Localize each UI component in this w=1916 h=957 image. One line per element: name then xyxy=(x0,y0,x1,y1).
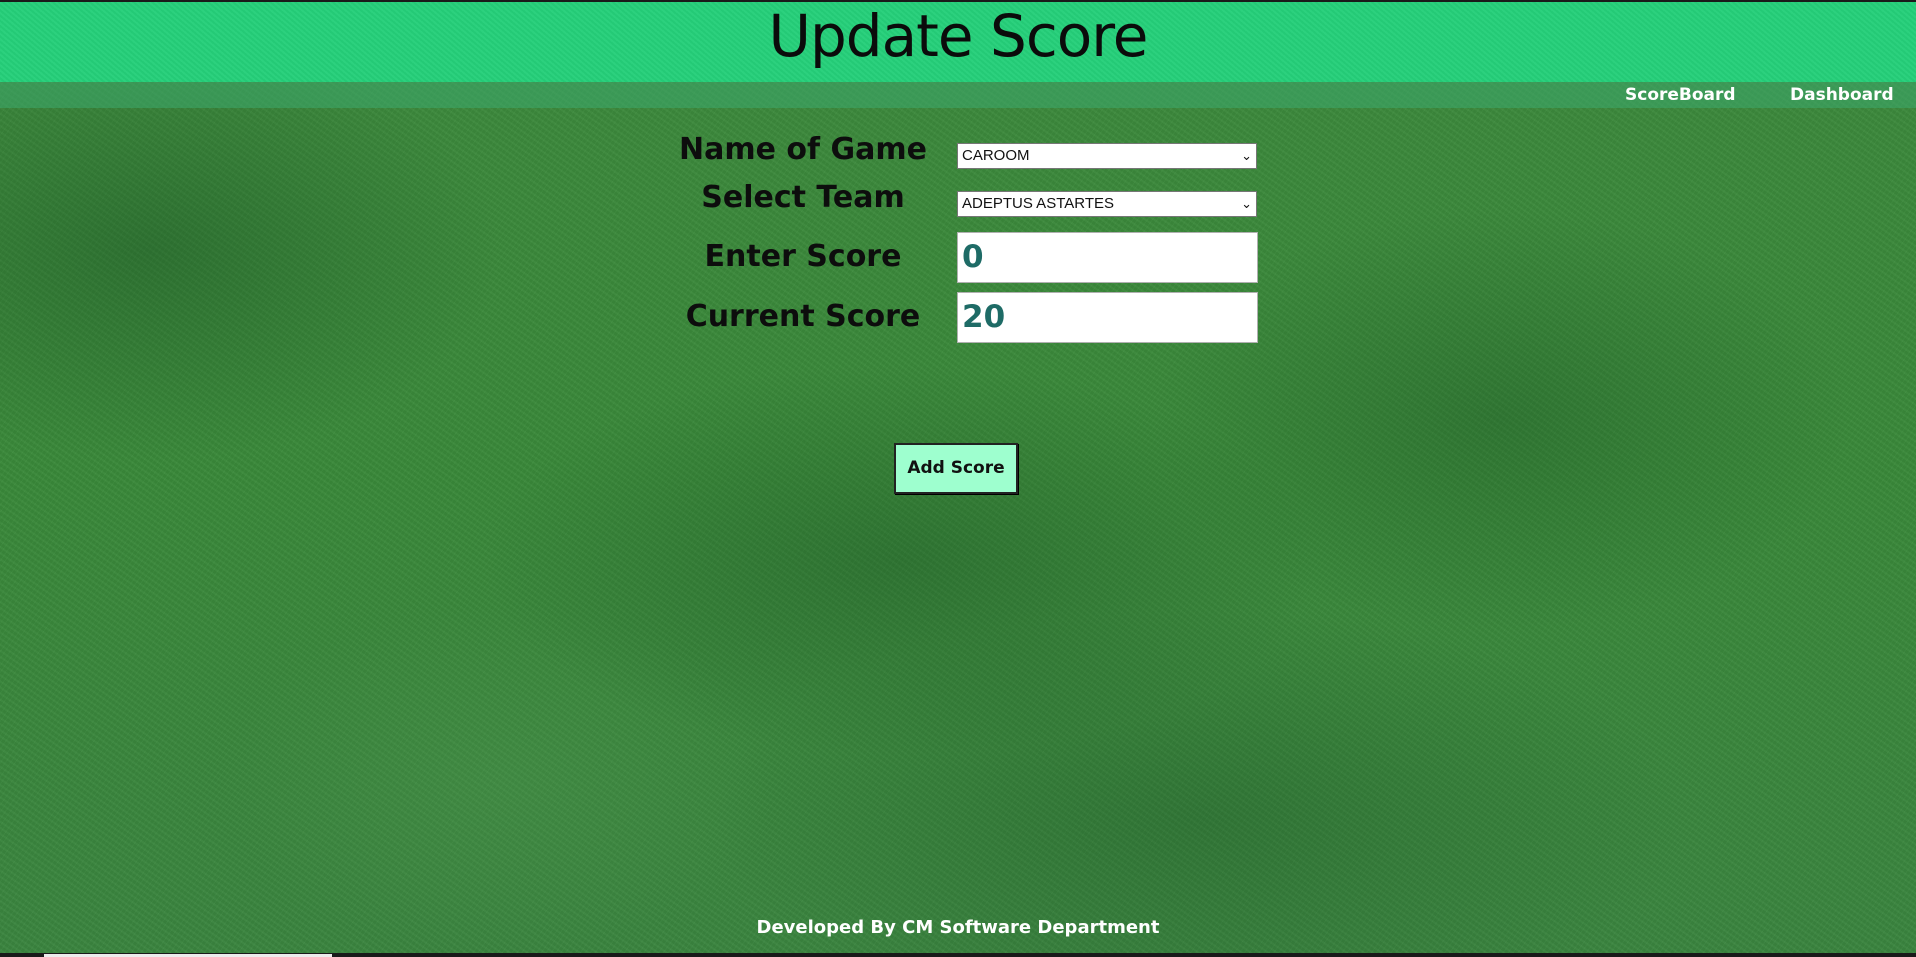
game-label: Name of Game xyxy=(679,132,927,167)
game-select-value: CAROOM xyxy=(962,147,1030,164)
nav-link-scoreboard[interactable]: ScoreBoard xyxy=(1625,84,1736,106)
team-select-value: ADEPTUS ASTARTES xyxy=(962,195,1114,212)
nav-link-dashboard[interactable]: Dashboard xyxy=(1790,84,1894,106)
add-score-button[interactable]: Add Score xyxy=(894,443,1018,494)
enter-score-input[interactable]: 0 xyxy=(957,232,1258,283)
enter-score-label: Enter Score xyxy=(704,239,902,274)
chevron-down-icon: ⌄ xyxy=(1241,196,1252,211)
footer-credit: Developed By CM Software Department xyxy=(756,917,1160,938)
current-score-label: Current Score xyxy=(685,299,921,334)
current-score-field[interactable]: 20 xyxy=(957,292,1258,343)
chevron-down-icon: ⌄ xyxy=(1241,148,1252,163)
page-header: Update Score xyxy=(0,2,1916,82)
page-title: Update Score xyxy=(768,2,1149,70)
game-select[interactable]: CAROOM ⌄ xyxy=(957,143,1257,169)
team-label: Select Team xyxy=(701,180,905,215)
team-select[interactable]: ADEPTUS ASTARTES ⌄ xyxy=(957,191,1257,217)
navbar: ScoreBoard Dashboard xyxy=(0,82,1916,108)
